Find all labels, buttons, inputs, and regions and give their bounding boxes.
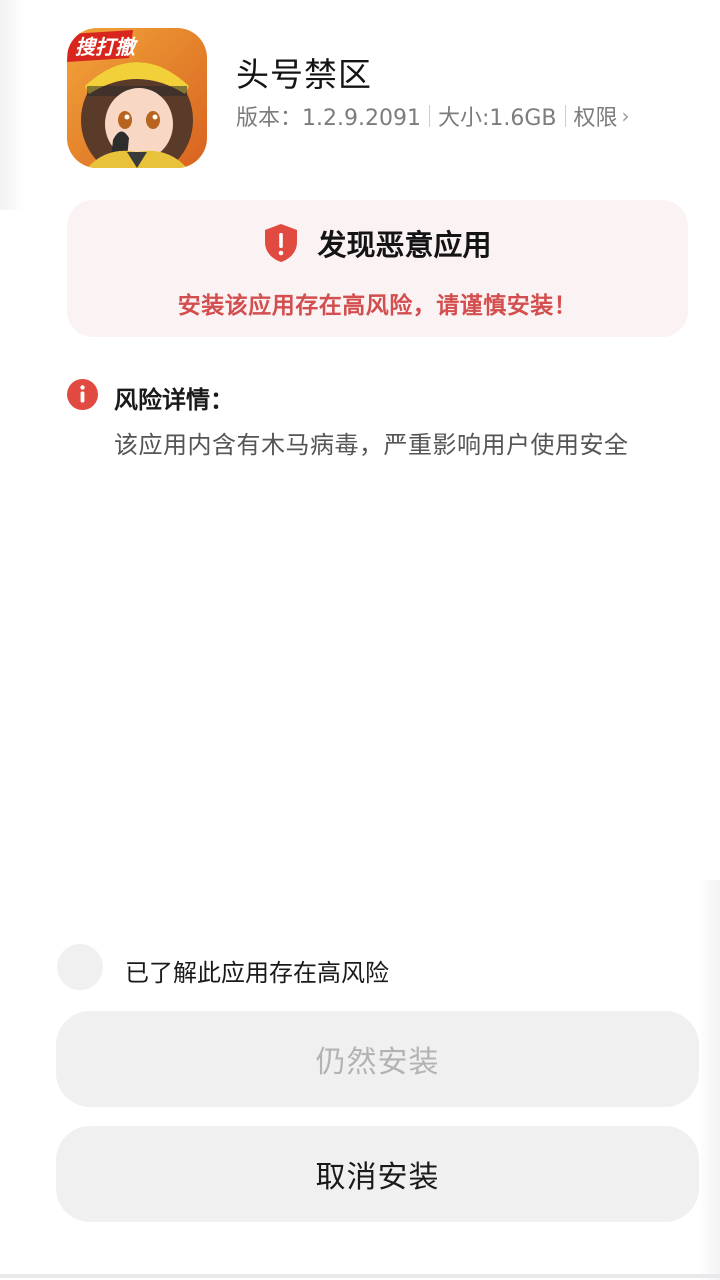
acknowledge-checkbox[interactable] <box>57 944 103 990</box>
risk-details-description: 该应用内含有木马病毒，严重影响用户使用安全 <box>114 431 629 459</box>
warning-title-row: 发现恶意应用 <box>67 222 688 264</box>
malware-warning-card: 发现恶意应用 安装该应用存在高风险，请谨慎安装！ <box>67 200 688 337</box>
risk-details-heading: 风险详情： <box>114 386 234 414</box>
chevron-right-icon: › <box>621 104 630 128</box>
permissions-link[interactable]: 权限 › <box>574 100 630 132</box>
acknowledge-label[interactable]: 已了解此应用存在高风险 <box>125 953 389 988</box>
cancel-install-button[interactable]: 取消安装 <box>56 1126 699 1222</box>
app-name: 头号禁区 <box>236 55 372 94</box>
warning-title: 发现恶意应用 <box>317 228 492 262</box>
app-size: 大小:1.6GB <box>437 106 557 131</box>
permissions-label: 权限 <box>573 106 618 131</box>
background-panel-edge <box>0 0 24 210</box>
info-alert-icon <box>67 379 98 410</box>
game-app-icon: 搜打撤 <box>67 28 207 168</box>
shield-alert-icon <box>265 224 298 262</box>
app-version: 版本：1.2.9.2091 <box>236 106 421 131</box>
warning-subtitle: 安装该应用存在高风险，请谨慎安装！ <box>177 293 578 319</box>
svg-text:搜打撤: 搜打撤 <box>75 35 139 59</box>
install-anyway-button[interactable]: 仍然安装 <box>56 1011 699 1107</box>
background-panel-edge <box>698 880 720 1280</box>
divider <box>428 105 430 127</box>
divider <box>564 105 566 127</box>
bottom-divider <box>0 1274 720 1278</box>
app-meta-row: 版本：1.2.9.2091 大小:1.6GB 权限 › <box>236 100 630 132</box>
